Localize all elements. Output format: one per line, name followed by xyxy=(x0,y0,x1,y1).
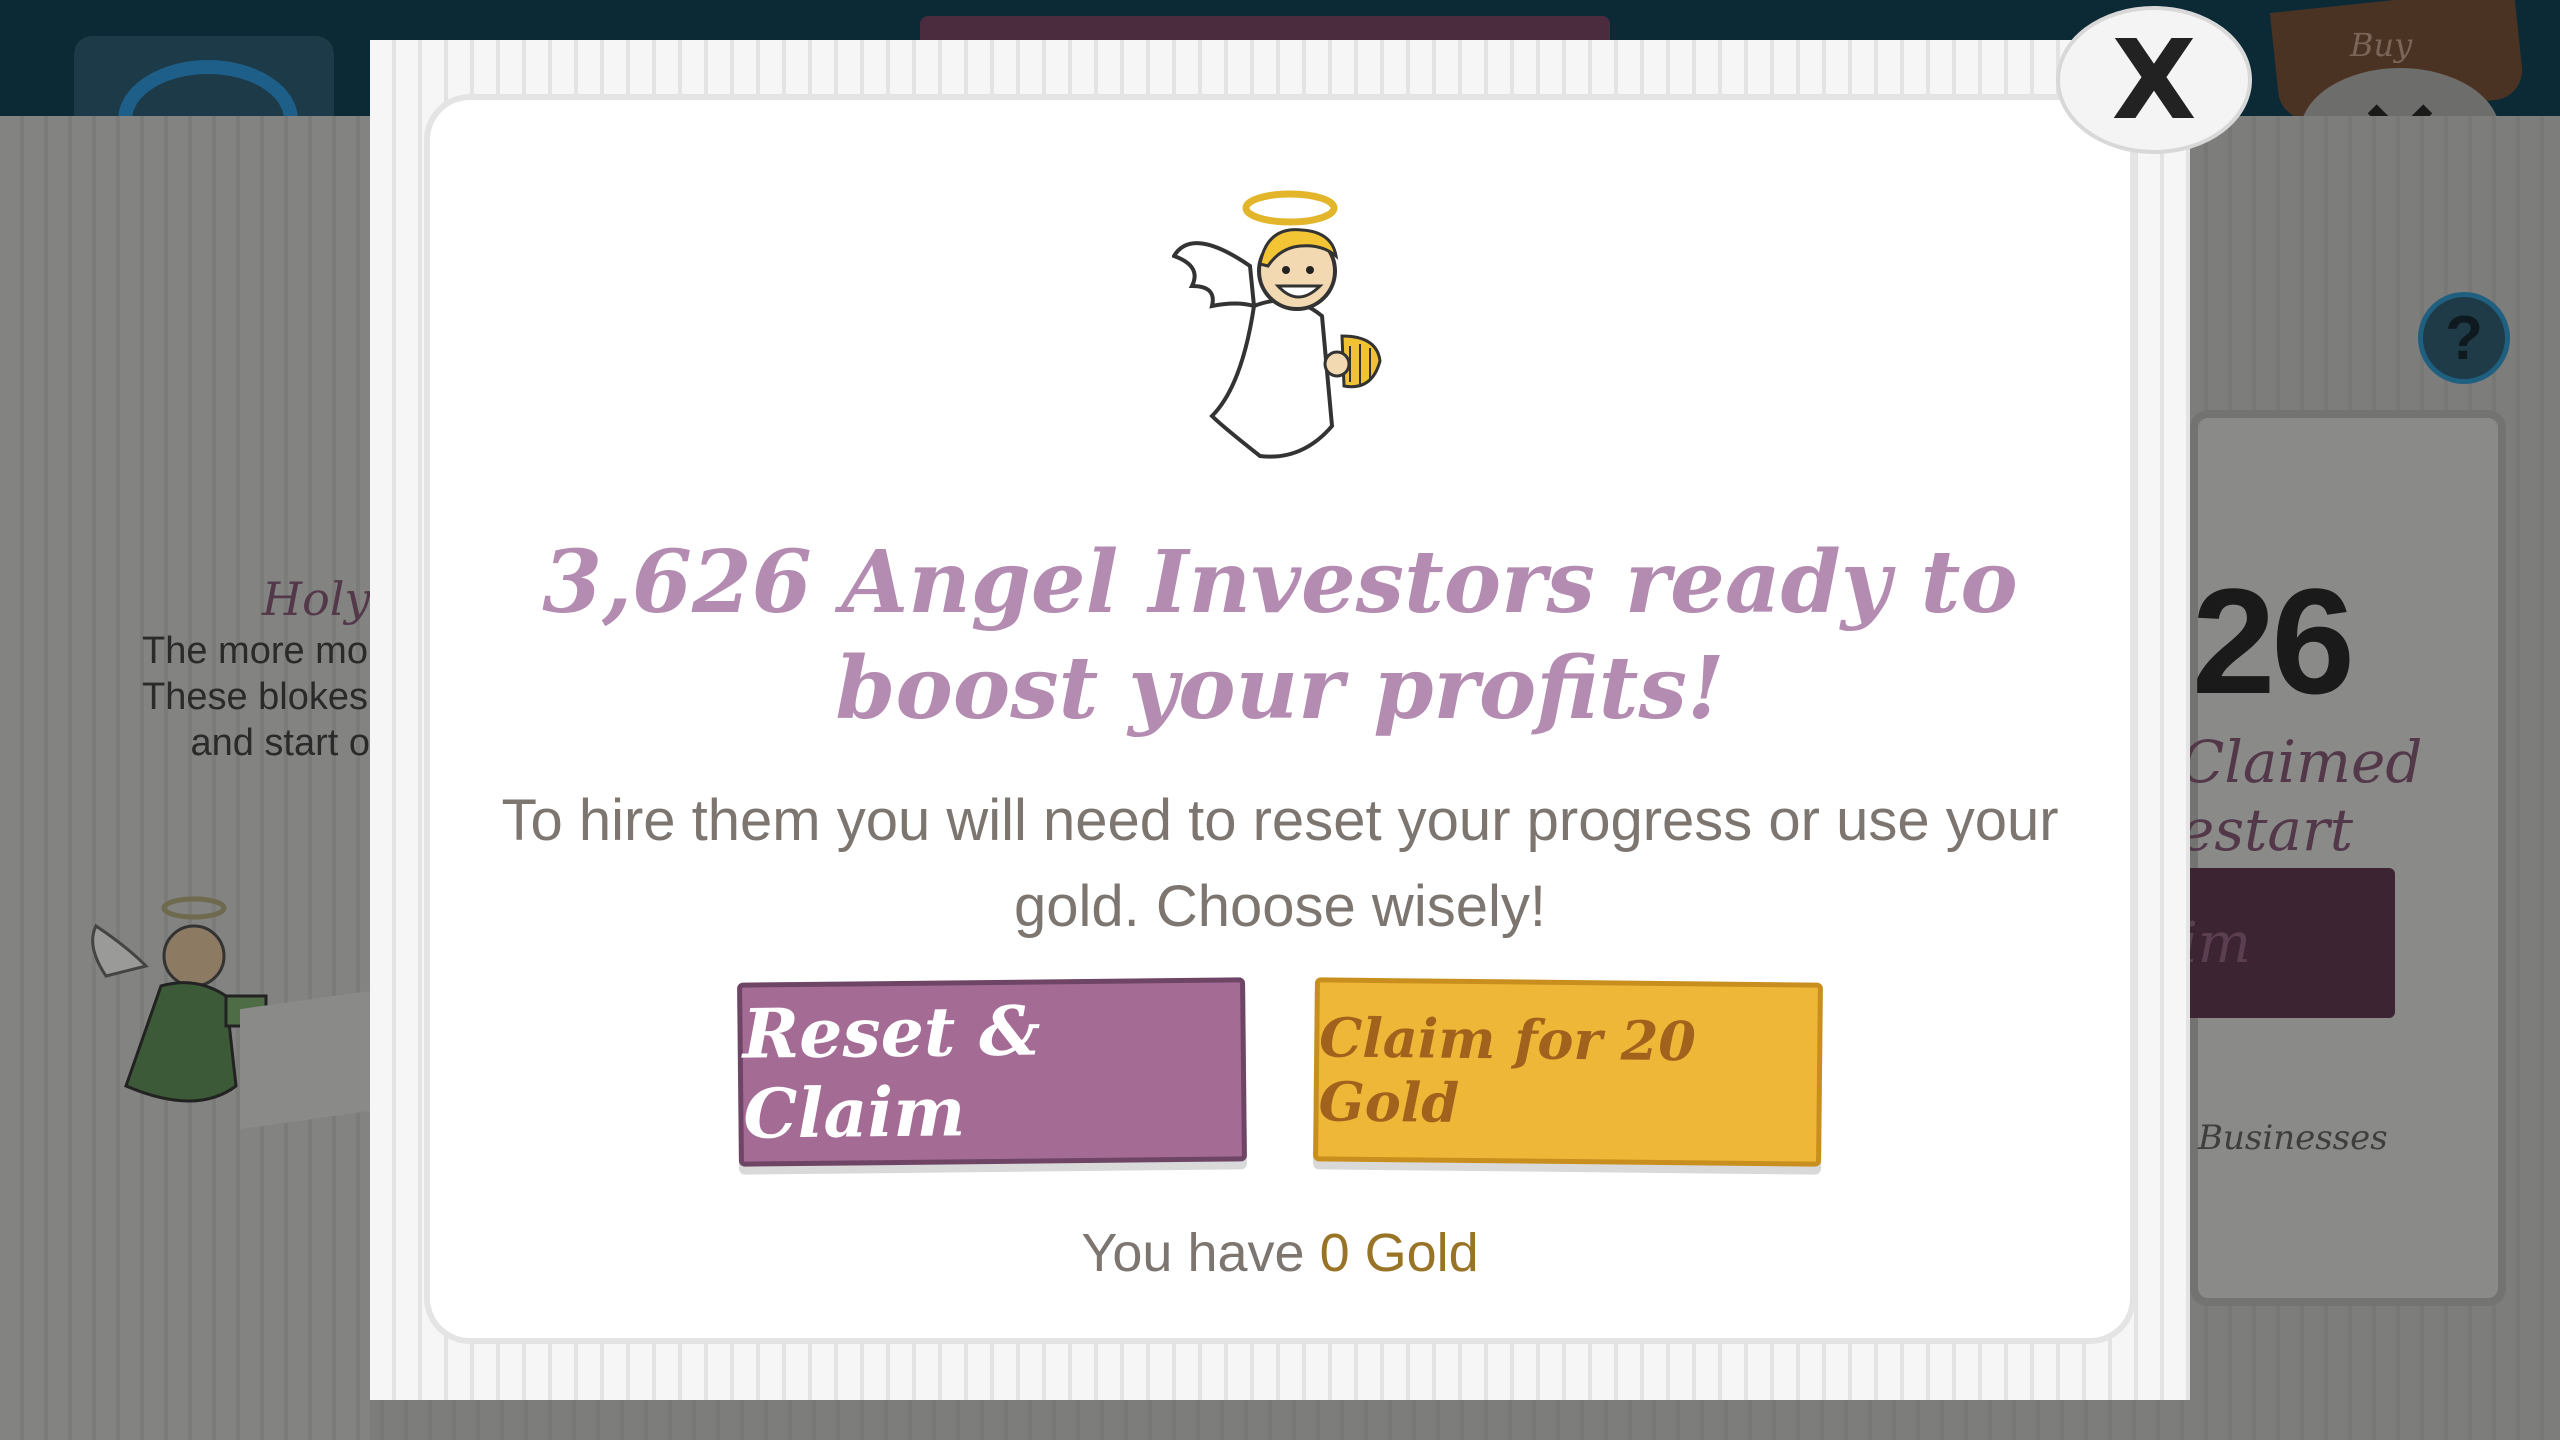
close-icon: X xyxy=(2111,16,2197,144)
close-button[interactable]: X xyxy=(2056,6,2252,154)
claimed-line: Claimed xyxy=(2180,728,2423,796)
angel-info-line: These blokes inc xyxy=(142,676,370,718)
background-claim-button: im xyxy=(2170,868,2395,1018)
claim-for-gold-button[interactable]: Claim for 20 Gold xyxy=(1313,977,1823,1167)
help-icon: ? xyxy=(2418,292,2510,384)
gold-balance: You have 0 Gold xyxy=(470,1222,2090,1284)
angel-info-line: The more mon xyxy=(142,630,370,672)
background-box xyxy=(240,990,370,1130)
gold-balance-prefix: You have xyxy=(1081,1223,1305,1283)
dialog-headline: 3,626 Angel Investors ready to boost you… xyxy=(542,532,2018,739)
angel-info-card xyxy=(0,116,370,1440)
angel-investor-icon xyxy=(1172,190,1382,459)
claimed-text: Claimed estart xyxy=(2180,728,2423,864)
businesses-label: Businesses xyxy=(2198,1118,2388,1158)
angel-info-line: and start o xyxy=(190,722,370,764)
dialog-subtext: To hire them you will need to reset your… xyxy=(501,788,2059,939)
gold-balance-amount: 0 Gold xyxy=(1319,1223,1479,1283)
angel-info-description: The more mon These blokes inc and start … xyxy=(142,628,370,766)
angel-count: 26 xyxy=(2192,557,2355,725)
buy-label: Buy xyxy=(2350,26,2413,64)
reset-and-claim-button[interactable]: Reset & Claim xyxy=(737,977,1247,1167)
angel-info-title: Holy xyxy=(262,572,371,626)
claimed-line: estart xyxy=(2180,796,2354,864)
